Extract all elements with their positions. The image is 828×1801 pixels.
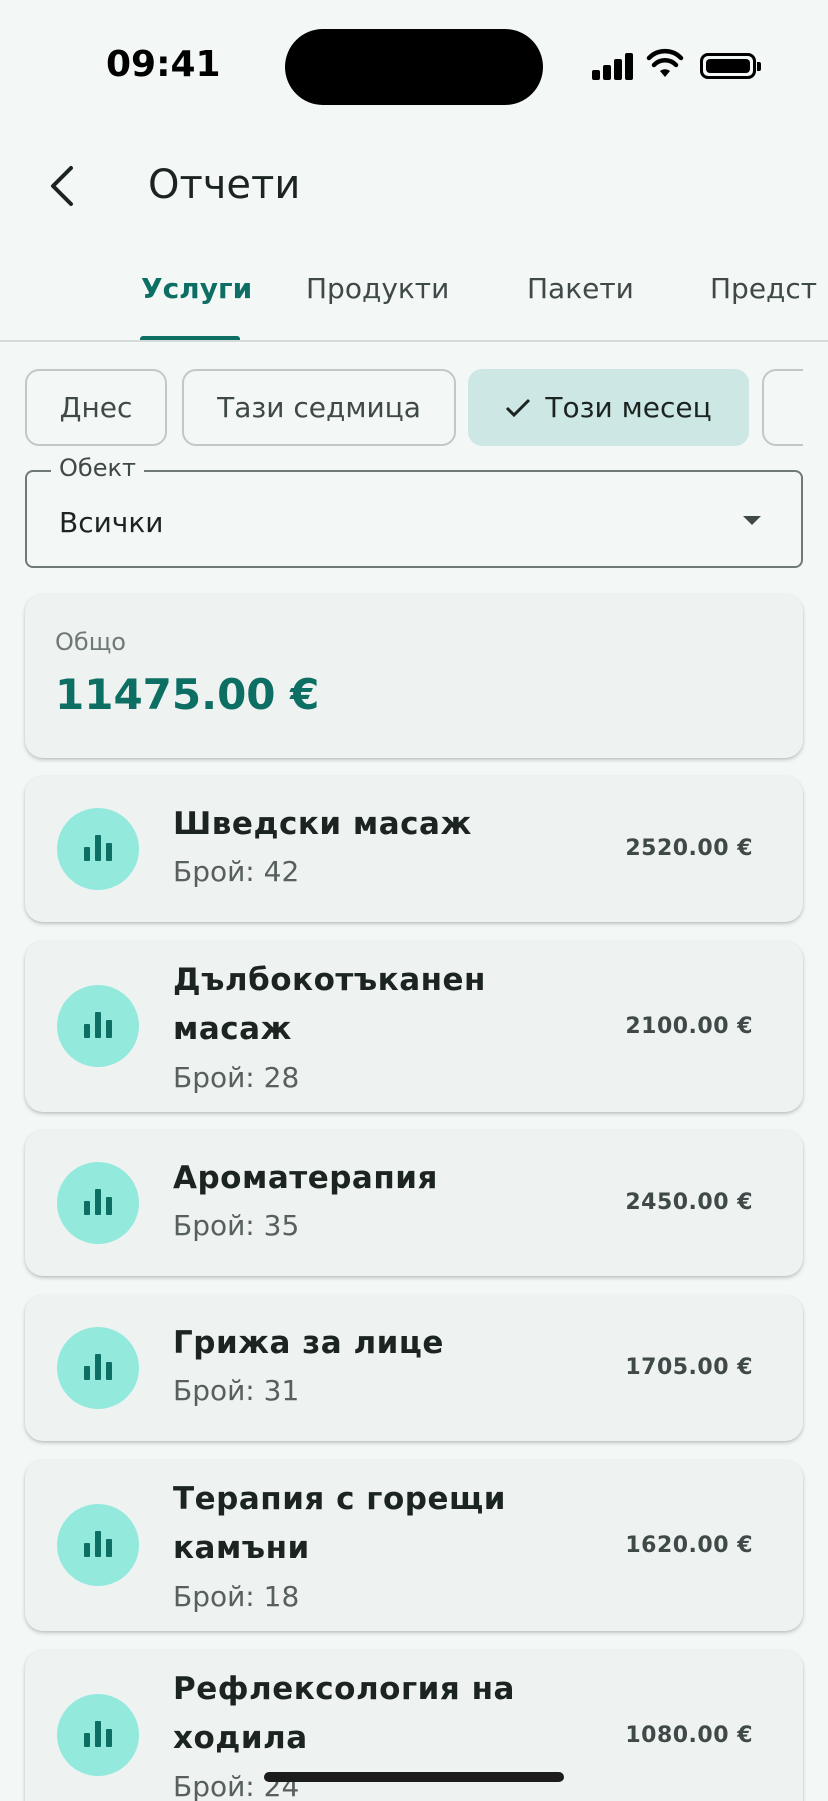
tab-products[interactable]: Продукти [306,272,449,340]
bar-chart-icon [57,1504,139,1586]
service-count: Брой: 42 [173,855,300,888]
service-amount: 1080.00 € [625,1723,753,1748]
service-card[interactable]: Грижа за лице Брой: 31 1705.00 € [25,1295,803,1441]
service-name: Шведски масаж [173,806,472,842]
service-name: Дълбокотъканен масаж [173,962,486,1047]
service-card[interactable]: Шведски масаж Брой: 42 2520.00 € [25,776,803,922]
app-bar: Отчети [0,140,828,230]
status-time: 09:41 [106,44,221,85]
chevron-left-icon [51,166,73,206]
page-title: Отчети [148,162,301,208]
service-card[interactable]: Ароматерапия Брой: 35 2450.00 € [25,1130,803,1276]
home-indicator [264,1772,564,1782]
service-amount: 2520.00 € [625,836,753,861]
chip-label: Днес [59,391,133,424]
back-button[interactable] [30,154,94,218]
total-value: 11475.00 € [55,670,320,719]
location-select-label: Обект [51,454,144,482]
dynamic-island [285,29,543,105]
service-amount: 1705.00 € [625,1355,753,1380]
service-card[interactable]: Дълбокотъканен масаж Брой: 28 2100.00 € [25,941,803,1112]
active-tab-indicator [140,336,240,340]
service-card[interactable]: Терапия с горещи камъни Брой: 18 1620.00… [25,1460,803,1631]
chip-label: Тази седмица [217,391,421,424]
battery-icon [700,53,761,79]
service-count: Брой: 35 [173,1209,300,1242]
cellular-signal-icon [592,50,634,80]
bar-chart-icon [57,808,139,890]
dropdown-arrow-icon [743,516,761,525]
location-select[interactable]: Обект Всички [25,454,803,568]
tab-more[interactable]: Предст [710,272,817,340]
total-label: Общо [55,628,126,656]
bar-chart-icon [57,1694,139,1776]
service-name: Ароматерапия [173,1160,438,1196]
wifi-icon [646,48,684,77]
bar-chart-icon [57,985,139,1067]
tab-services[interactable]: Услуги [141,272,252,340]
service-name: Рефлексология на ходила [173,1671,515,1756]
service-amount: 2100.00 € [625,1014,753,1039]
service-name: Терапия с горещи камъни [173,1481,506,1566]
period-filter-chips: Днес Тази седмица Този месец [25,369,803,447]
chip-label: Този месец [545,391,712,424]
service-count: Брой: 31 [173,1374,300,1407]
total-card: Общо 11475.00 € [25,594,803,758]
chip-this-week[interactable]: Тази седмица [182,369,456,446]
tab-bar: Услуги Продукти Пакети Предст [0,248,828,342]
bar-chart-icon [57,1162,139,1244]
status-bar: 09:41 [0,0,828,130]
service-count: Брой: 18 [173,1580,300,1613]
tab-packages[interactable]: Пакети [527,272,634,340]
service-name: Грижа за лице [173,1325,444,1361]
chip-next-partial[interactable] [762,369,803,446]
chip-this-month[interactable]: Този месец [468,369,749,446]
bar-chart-icon [57,1327,139,1409]
service-amount: 2450.00 € [625,1190,753,1215]
location-select-value: Всички [59,506,164,539]
service-amount: 1620.00 € [625,1533,753,1558]
service-count: Брой: 28 [173,1061,300,1094]
chip-today[interactable]: Днес [25,369,167,446]
check-icon [506,398,531,417]
